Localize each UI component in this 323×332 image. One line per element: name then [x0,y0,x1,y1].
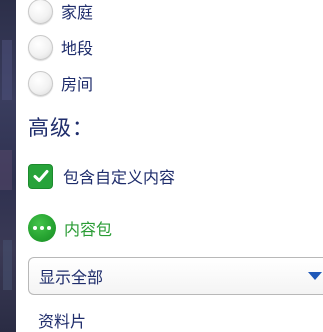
radio-option-room[interactable]: 房间 [28,68,93,98]
include-custom-content-option[interactable]: 包含自定义内容 [28,162,175,190]
content-pack-toggle[interactable]: 内容包 [28,213,112,243]
dropdown-arrow-icon[interactable] [308,272,322,280]
list-item-expansion-packs[interactable]: 资料片 [38,308,86,332]
checkmark-icon [33,170,48,182]
include-custom-content-label: 包含自定义内容 [63,168,176,187]
radio-label: 房间 [61,75,94,94]
radio-button[interactable] [28,34,53,60]
radio-option-lot[interactable]: 地段 [28,32,93,62]
background-image-strip [0,0,16,332]
radio-button[interactable] [28,0,53,24]
radio-label: 家庭 [61,3,94,22]
include-custom-content-checkbox[interactable] [28,163,53,189]
content-pack-label: 内容包 [64,220,113,239]
content-pack-dropdown[interactable]: 显示全部 [28,257,323,295]
radio-option-household[interactable]: 家庭 [28,0,93,26]
dropdown-selected-value: 显示全部 [39,268,104,287]
advanced-section-title: 高级： [28,116,94,140]
more-dots-icon[interactable] [28,214,56,242]
radio-label: 地段 [61,39,94,58]
radio-button[interactable] [28,70,53,96]
